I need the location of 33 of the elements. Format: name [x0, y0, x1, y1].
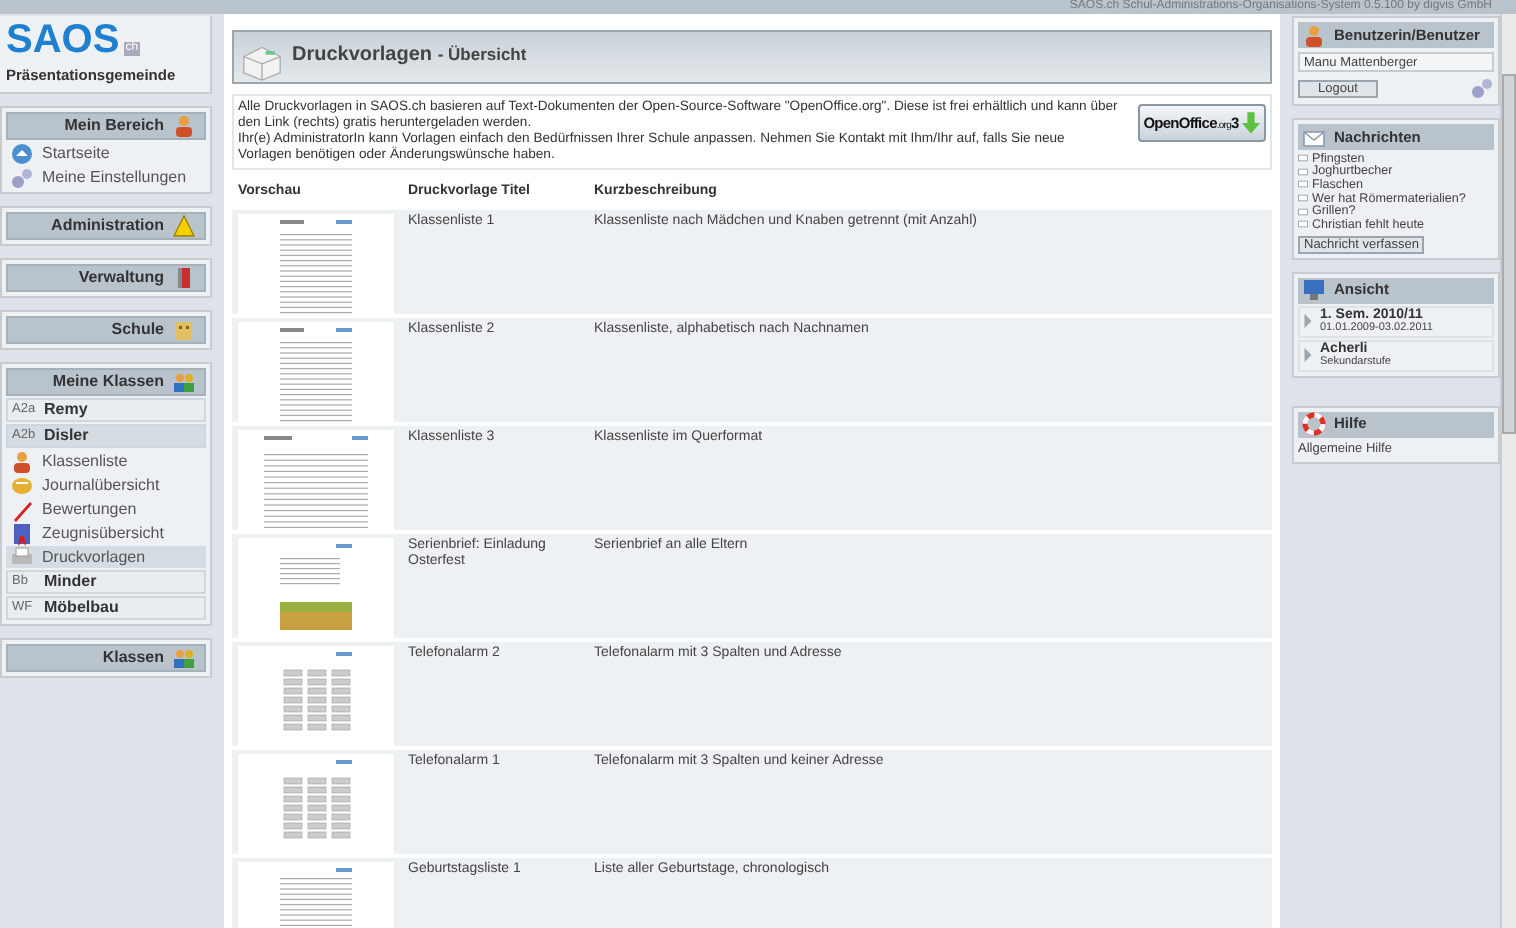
section-header[interactable]: Klassen — [6, 644, 206, 673]
person-icon — [1302, 23, 1326, 47]
book-icon — [172, 266, 196, 291]
envelope-icon — [1302, 125, 1326, 149]
triangle-right-icon — [1304, 348, 1312, 363]
class-menu-item[interactable]: Bewertungen — [6, 498, 206, 521]
section-header[interactable]: Meine Klassen — [6, 368, 206, 397]
class-menu-item[interactable]: Zeugnisübersicht — [6, 522, 206, 545]
group-icon — [172, 646, 196, 671]
class-menu-item[interactable]: Klassenliste — [6, 450, 206, 473]
certificate-icon — [10, 521, 34, 546]
section-header[interactable]: Mein Bereich — [6, 112, 206, 141]
sidebar-item[interactable]: Startseite — [6, 142, 206, 165]
home-icon — [10, 141, 34, 166]
pencil-icon — [10, 497, 34, 522]
lifebuoy-icon — [1302, 412, 1326, 437]
warning-icon — [172, 214, 196, 239]
group-icon — [172, 370, 196, 395]
sidebar-item[interactable]: Meine Einstellungen — [6, 166, 206, 189]
person-icon — [172, 114, 196, 139]
section-header[interactable]: Administration — [6, 212, 206, 241]
logo-text: SAOS — [6, 20, 120, 60]
building-icon — [172, 318, 196, 343]
down-arrow-icon — [1242, 112, 1261, 134]
section-header[interactable]: Schule — [6, 316, 206, 345]
class-menu-item[interactable]: Druckvorlagen — [6, 546, 206, 569]
section-header[interactable]: Verwaltung — [6, 264, 206, 293]
monitor-icon — [1302, 278, 1326, 303]
class-menu-item[interactable]: Journalübersicht — [6, 474, 206, 497]
person-icon — [10, 449, 34, 474]
speech-bubble-icon — [10, 473, 34, 498]
triangle-right-icon — [1304, 314, 1312, 329]
page-title: Druckvorlagen - Übersicht — [292, 42, 527, 70]
